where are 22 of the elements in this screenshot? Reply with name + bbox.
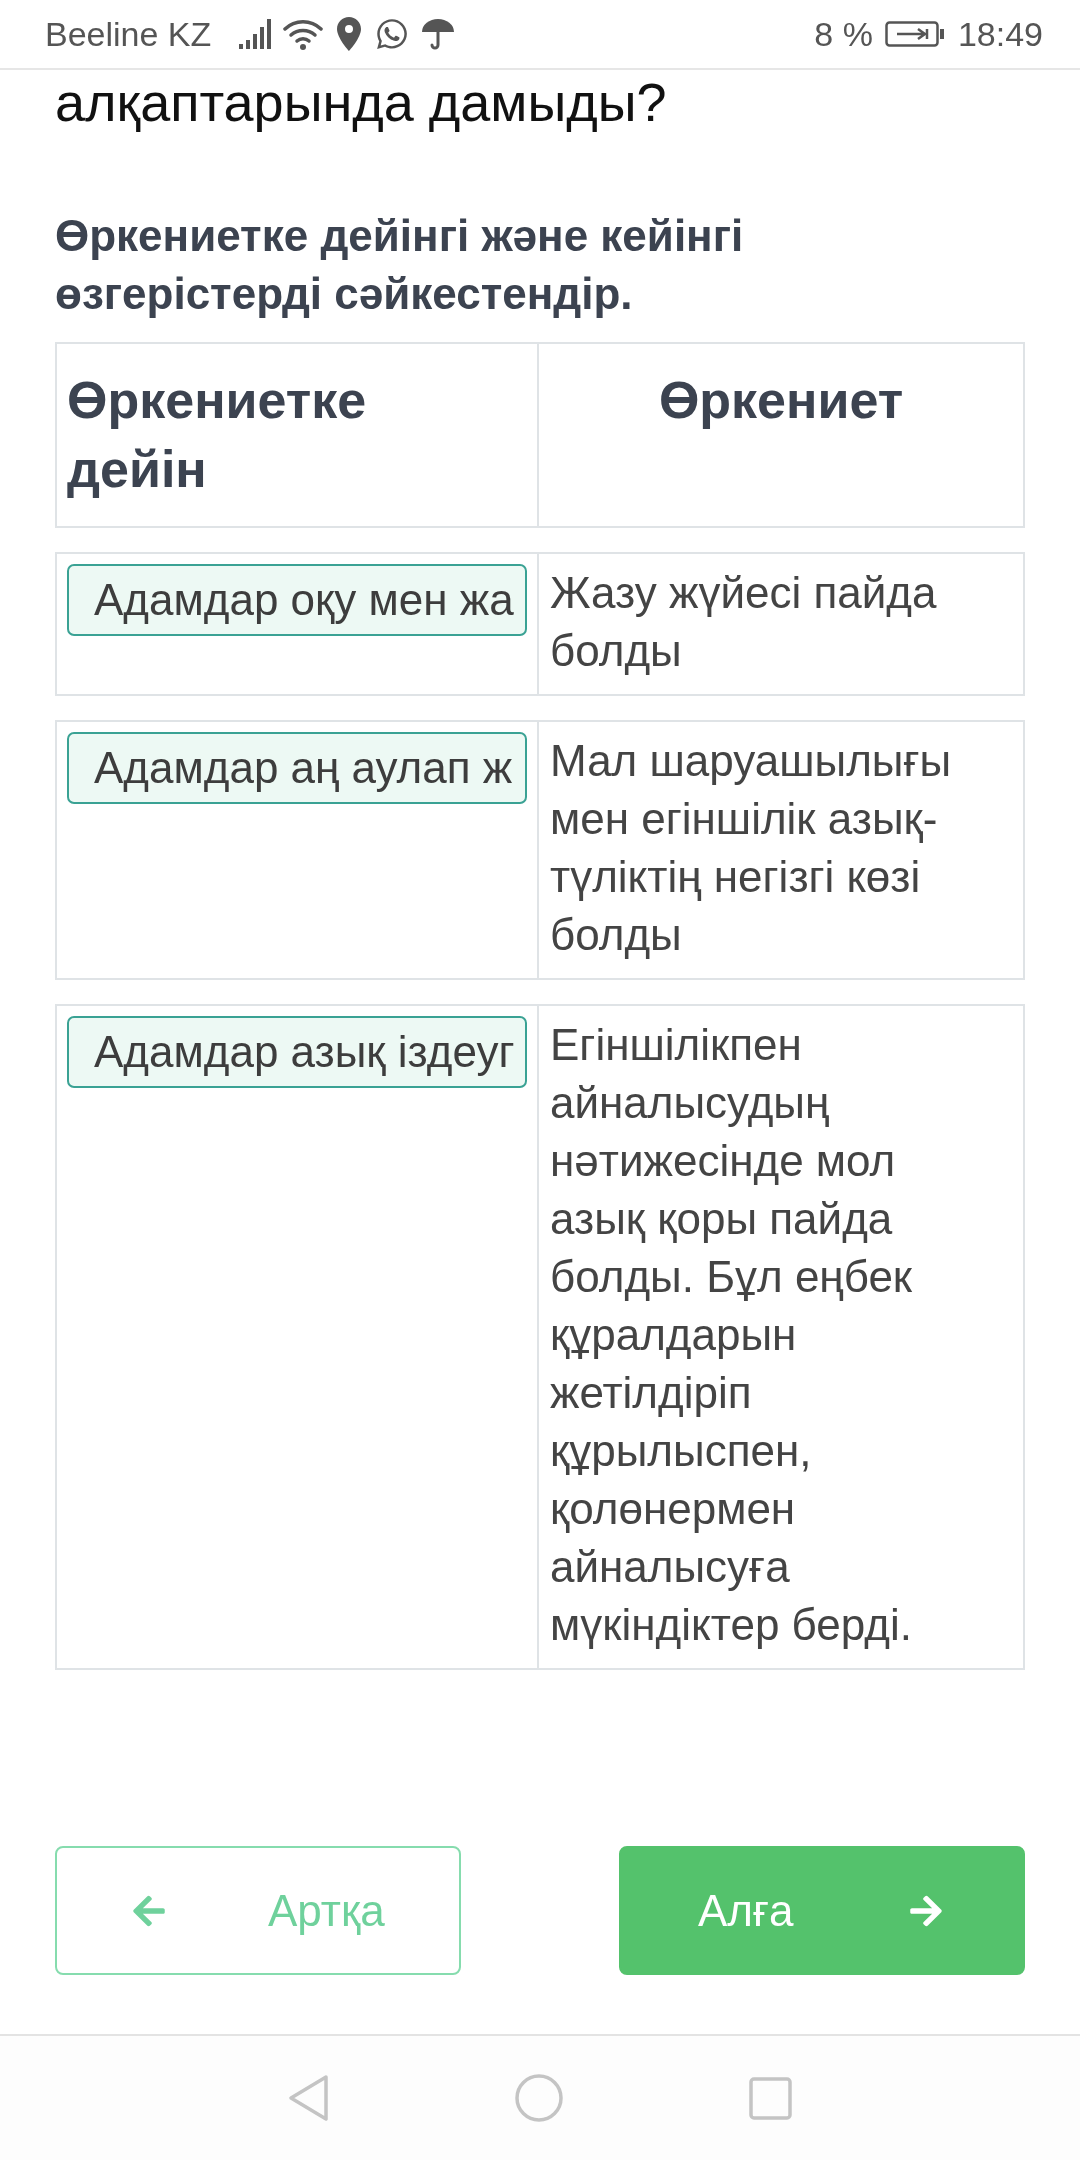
instruction-text: Өркениетке дейінгі және кейінгі өзгерістерді сәйкестендір. (55, 210, 745, 320)
answer-chip[interactable]: Адамдар аң аулап ж (67, 732, 527, 804)
answer-chip[interactable]: Адамдар азық іздеуг (67, 1016, 527, 1088)
home-icon[interactable] (515, 2074, 563, 2122)
back-icon[interactable] (288, 2074, 329, 2122)
answer-chip[interactable]: Адамдар оқу мен жа (67, 564, 527, 636)
statement-text: Жазу жүйесі пайда болды (550, 567, 938, 677)
clock-time: 18:49 (957, 13, 1043, 55)
column-header: Өркениетке дейін (67, 370, 368, 500)
column-header: Өркениет (658, 370, 904, 431)
recent-apps-icon[interactable] (749, 2076, 792, 2120)
location-pin-icon (336, 17, 363, 51)
umbrella-icon (421, 18, 456, 50)
carrier-name: Beeline KZ (45, 13, 212, 55)
signal-icon (239, 19, 274, 49)
battery-percent: 8 % (814, 13, 873, 55)
question-text: алқаптарында дамыды? (55, 72, 668, 132)
statement-text: Мал шаруашылығы мен егіншілік азық-түліктің негізгі көзі болды (550, 735, 953, 961)
statement-text: Егіншілікпен айналысудың нәтижесінде мол азық қоры пайда болды. Бұл еңбек құралдарын жетілдіріп құрылыспен, қолөнермен айналысуға мүкіндіктер берді. (550, 1019, 914, 1651)
battery-charging-icon (884, 21, 945, 47)
wifi-icon (283, 18, 324, 50)
chat-bubble-icon (375, 17, 410, 51)
